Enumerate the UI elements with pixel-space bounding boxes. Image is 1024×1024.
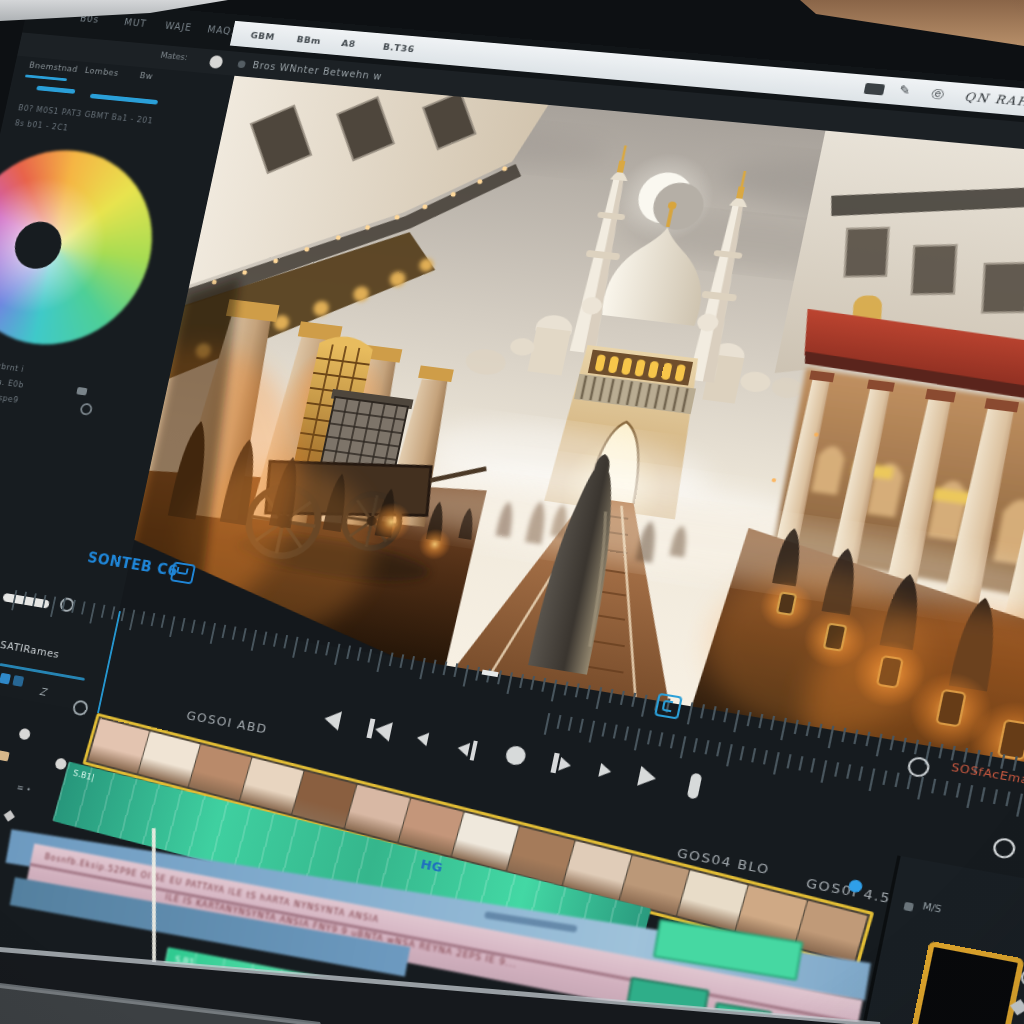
track-dot-icon[interactable]	[54, 757, 67, 770]
sidebar-row: 8s b01 - 2C1	[14, 118, 69, 132]
clip-label-a: GOSOI ABD	[185, 708, 269, 737]
prev-clip-button[interactable]	[323, 709, 342, 731]
menu-item[interactable]: B0s	[79, 13, 100, 24]
frame-fwd-button[interactable]	[550, 753, 572, 776]
toggle-dot[interactable]	[208, 55, 223, 69]
diamond-icon[interactable]	[4, 810, 15, 822]
sidebar-tab[interactable]: Bnemstnad	[28, 60, 79, 73]
image-icon[interactable]	[864, 83, 886, 96]
mates-label: Mates:	[160, 51, 189, 63]
menu-strip-item[interactable]: GBM	[250, 30, 276, 42]
sidebar-tab[interactable]: Lombes	[84, 66, 120, 78]
loop-icon[interactable]	[170, 561, 196, 584]
small-dot-icon	[237, 60, 246, 68]
menu-item[interactable]: WAJE	[164, 21, 193, 33]
info-icon[interactable]: ⓔ	[930, 87, 945, 103]
menu-strip-item[interactable]: A8	[341, 38, 357, 49]
skip-start-button[interactable]	[366, 718, 392, 741]
wheel-label: EBNT Caspe9	[0, 388, 19, 405]
playhead-line[interactable]	[152, 828, 156, 967]
small-icon[interactable]	[903, 902, 914, 912]
record-button[interactable]	[504, 745, 527, 767]
fader-widget[interactable]	[863, 941, 1024, 1024]
step-fwd-button[interactable]	[598, 763, 612, 779]
ms-label: M/S	[922, 901, 943, 915]
menu-strip-item[interactable]: B.T36	[382, 41, 416, 54]
wheel-label: iLb9Ga. E0b	[0, 374, 25, 390]
menu-item[interactable]: MUT	[123, 17, 147, 29]
photo-of-editing-workstation: { "menubar": { "left_items": ["B0s","MUT…	[0, 0, 1024, 1024]
sidebar-tab[interactable]: Bw	[139, 71, 154, 81]
small-icon[interactable]	[76, 387, 87, 396]
progress-bar[interactable]	[36, 86, 75, 94]
pen-icon[interactable]: ✎	[898, 83, 912, 98]
small-circle-icon[interactable]	[79, 402, 93, 415]
tan-icon[interactable]	[0, 750, 10, 762]
frame-back-button[interactable]	[456, 738, 478, 761]
video-preview[interactable]	[119, 76, 1024, 774]
stop-button[interactable]	[687, 773, 703, 800]
progress-bar[interactable]	[90, 94, 158, 105]
mute-icon[interactable]	[991, 836, 1017, 860]
play-button[interactable]	[637, 766, 658, 789]
menu-strip-item[interactable]: BBm	[296, 34, 322, 46]
active-tab-underline	[25, 75, 67, 82]
marker-icon[interactable]	[654, 693, 683, 720]
track-dot-icon[interactable]	[18, 728, 31, 741]
track-glyphs: ≡ •	[16, 783, 32, 795]
editing-app-screen: B0s MUT WAJE MAQ1 GBM BBm A8 B.T36 ✎ ⓔ Q…	[0, 0, 1024, 1024]
step-back-button[interactable]	[416, 731, 430, 746]
wheel-label: aNvbrnt i	[0, 360, 25, 374]
desk-top-right	[790, 0, 1024, 48]
handwritten-note: QN RAH' 20K	[963, 89, 1024, 112]
